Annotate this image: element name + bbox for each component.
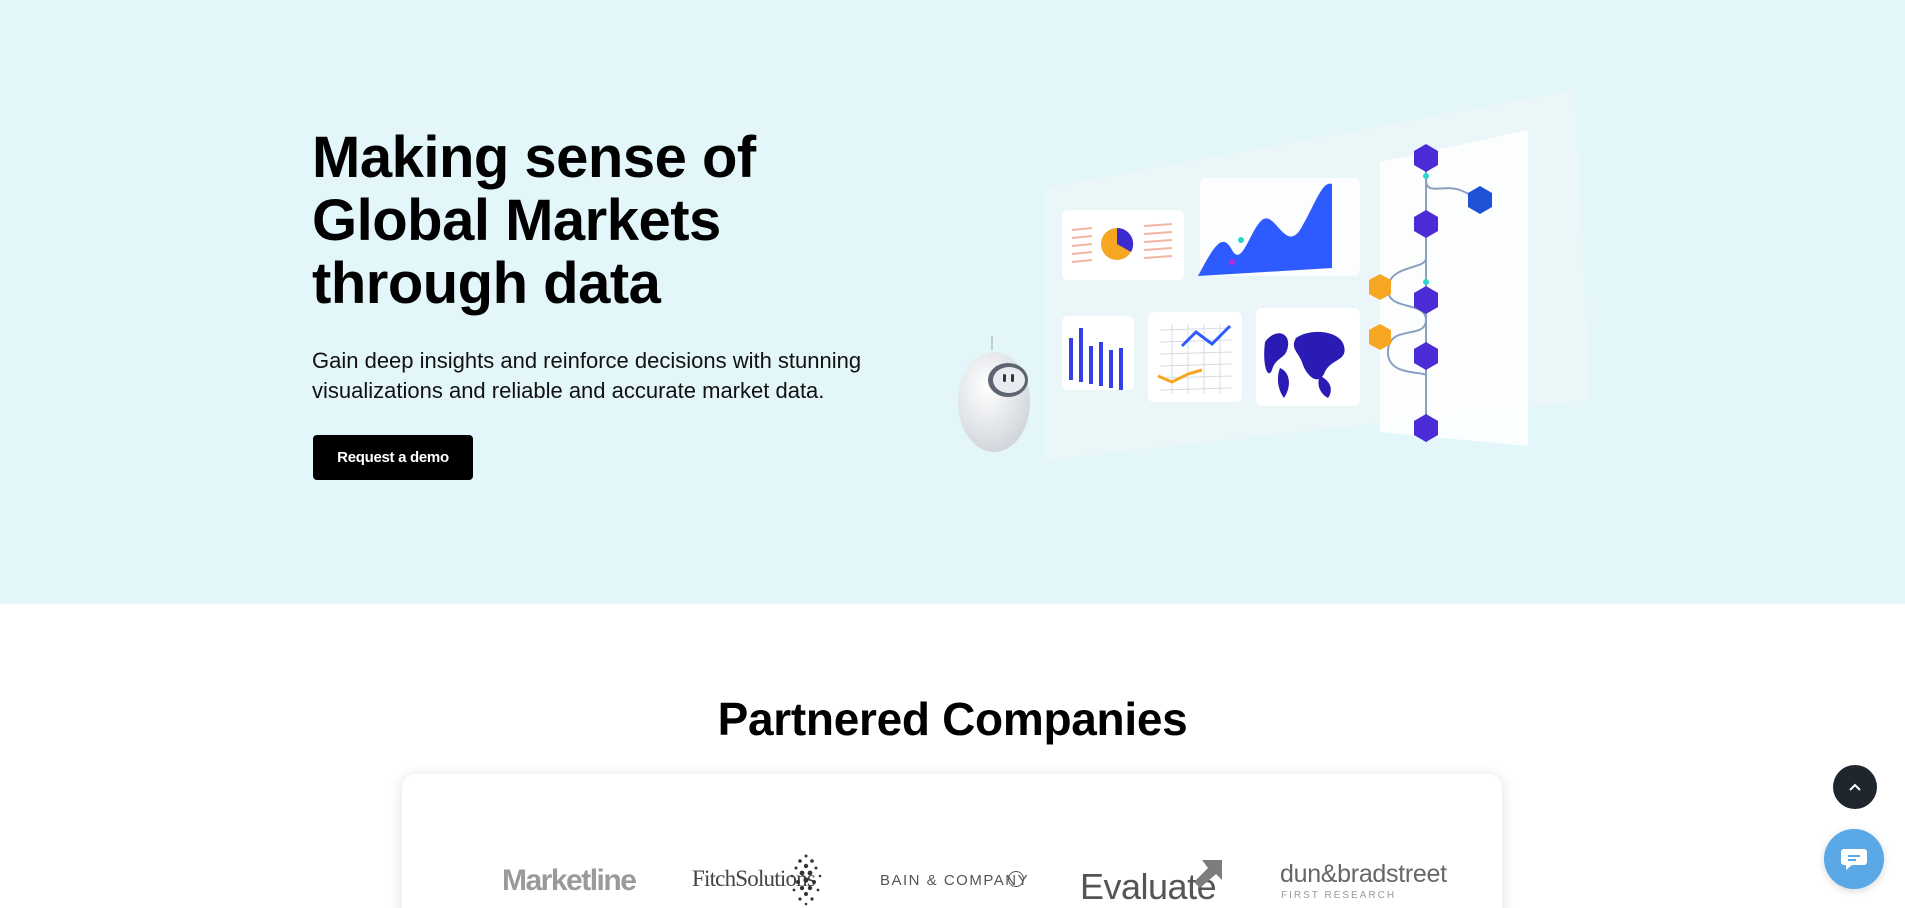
pie-chart-card bbox=[1062, 210, 1184, 280]
bain-circle-icon bbox=[1008, 871, 1024, 887]
chevron-up-icon bbox=[1849, 783, 1861, 791]
logo-dun-bradstreet: dun&bradstreet bbox=[1280, 860, 1447, 888]
network-panel bbox=[1369, 130, 1528, 446]
robot-mascot bbox=[958, 336, 1030, 452]
evaluate-arrow-icon bbox=[1194, 860, 1222, 888]
hero-title-line-1: Making sense of bbox=[312, 125, 756, 190]
logo-dun-bradstreet-sub: FIRST RESEARCH bbox=[1281, 890, 1397, 901]
partner-logos-card: Marketline FitchSolutions BAIN & COMPANY… bbox=[402, 774, 1502, 908]
hero-section: Making sense of Global Markets through d… bbox=[0, 0, 1905, 604]
chat-bubble-icon bbox=[1841, 849, 1867, 870]
hero-title: Making sense of Global Markets through d… bbox=[312, 126, 872, 315]
logo-bain-company: BAIN & COMPANY bbox=[880, 872, 1030, 889]
hero-title-line-3: through data bbox=[312, 251, 661, 316]
area-chart-card bbox=[1198, 178, 1360, 276]
partners-title: Partnered Companies bbox=[717, 693, 1188, 745]
hero-title-line-2: Global Markets bbox=[312, 188, 721, 253]
bar-chart-card bbox=[1062, 316, 1134, 390]
world-map-card bbox=[1256, 308, 1360, 406]
chat-widget-button[interactable] bbox=[1824, 829, 1884, 889]
fitch-dots-icon bbox=[790, 854, 822, 906]
scroll-to-top-button[interactable] bbox=[1833, 765, 1877, 809]
request-demo-button[interactable]: Request a demo bbox=[313, 435, 473, 480]
hero-subtitle: Gain deep insights and reinforce decisio… bbox=[312, 348, 862, 403]
line-chart-card bbox=[1148, 312, 1242, 402]
hero-illustration bbox=[958, 90, 1590, 460]
logo-marketline: Marketline bbox=[502, 864, 637, 897]
